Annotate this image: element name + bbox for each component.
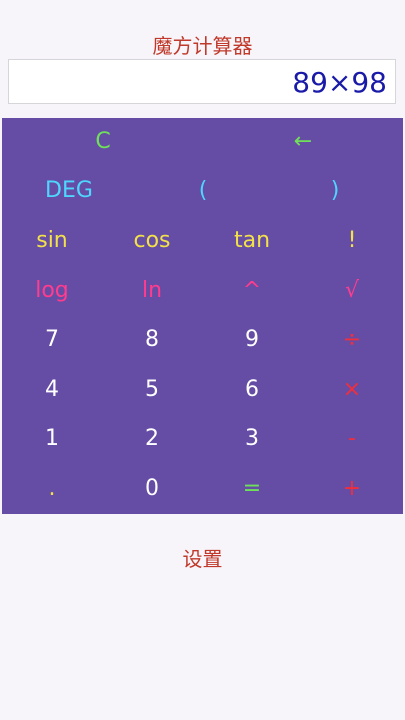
expression-text: 89×98: [292, 66, 387, 99]
plus-button[interactable]: +: [302, 465, 402, 513]
digit-8-button[interactable]: 8: [102, 316, 202, 364]
digit-3-button[interactable]: 3: [202, 415, 302, 463]
expression-display: 89×98: [8, 59, 396, 104]
digit-5-button[interactable]: 5: [102, 366, 202, 414]
tan-button[interactable]: tan: [202, 217, 302, 265]
power-button[interactable]: ^: [202, 267, 302, 315]
digit-7-button[interactable]: 7: [2, 316, 102, 364]
settings-button[interactable]: 设置: [0, 543, 405, 572]
log-button[interactable]: log: [2, 267, 102, 315]
deg-button[interactable]: DEG: [19, 167, 119, 215]
equals-button[interactable]: =: [202, 465, 302, 513]
sin-button[interactable]: sin: [2, 217, 102, 265]
sqrt-button[interactable]: √: [302, 267, 402, 315]
decimal-point-button[interactable]: .: [2, 465, 102, 513]
digit-1-button[interactable]: 1: [2, 415, 102, 463]
clear-button[interactable]: C: [53, 118, 153, 166]
digit-9-button[interactable]: 9: [202, 316, 302, 364]
digit-4-button[interactable]: 4: [2, 366, 102, 414]
keypad: C ← DEG ( ) sin cos tan ! log ln ^ √ 7 8…: [2, 118, 403, 514]
cos-button[interactable]: cos: [102, 217, 202, 265]
digit-2-button[interactable]: 2: [102, 415, 202, 463]
digit-6-button[interactable]: 6: [202, 366, 302, 414]
divide-button[interactable]: ÷: [302, 316, 402, 364]
right-paren-button[interactable]: ): [285, 167, 385, 215]
digit-0-button[interactable]: 0: [102, 465, 202, 513]
minus-button[interactable]: -: [302, 415, 402, 463]
factorial-button[interactable]: !: [302, 217, 402, 265]
ln-button[interactable]: ln: [102, 267, 202, 315]
multiply-button[interactable]: ×: [302, 366, 402, 414]
backspace-button[interactable]: ←: [253, 118, 353, 166]
left-paren-button[interactable]: (: [153, 167, 253, 215]
app-title: 魔方计算器: [152, 34, 253, 58]
